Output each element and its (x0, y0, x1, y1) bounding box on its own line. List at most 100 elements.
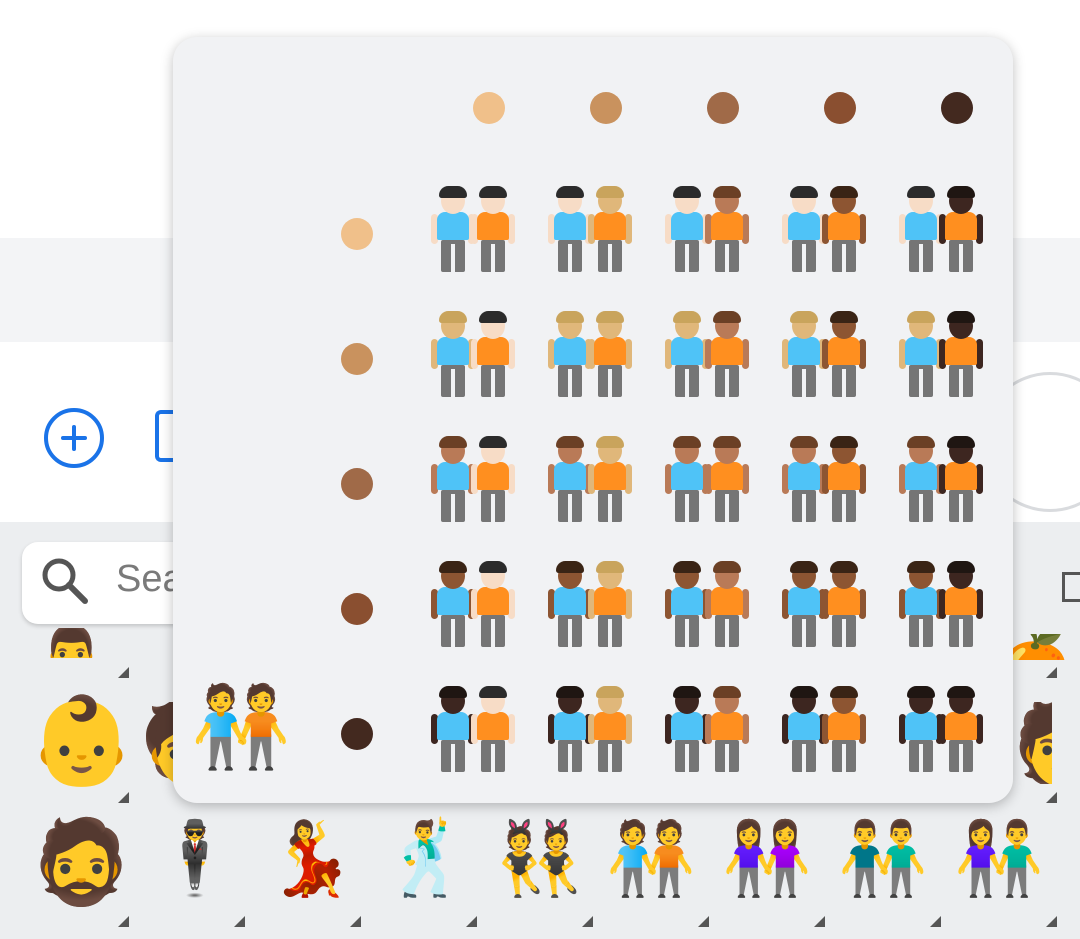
emoji-key-bearded-man[interactable]: 🧔 (30, 822, 132, 904)
skin-tone-option[interactable] (896, 185, 986, 275)
column-tone-dot (941, 92, 973, 124)
emoji-key-man-dancing[interactable]: 🕺 (382, 822, 472, 894)
left-person-figure (665, 436, 709, 522)
left-person-figure (548, 311, 592, 397)
variant-indicator (582, 916, 593, 927)
left-person-figure (899, 686, 943, 772)
left-person-figure (899, 311, 943, 397)
left-person-figure (431, 686, 475, 772)
left-person-figure (899, 436, 943, 522)
right-person-figure (705, 686, 749, 772)
variant-indicator (466, 916, 477, 927)
row-tone-dot (341, 343, 373, 375)
emoji-key-baby[interactable]: 👶 (28, 698, 135, 784)
right-person-figure (939, 561, 983, 647)
emoji-key-women-holding-hands[interactable]: 👭 (722, 822, 812, 894)
left-person-figure (431, 561, 475, 647)
variant-indicator (118, 916, 129, 927)
skin-tone-option[interactable] (428, 310, 518, 400)
right-person-figure (471, 186, 515, 272)
right-person-figure (822, 561, 866, 647)
left-person-figure (782, 561, 826, 647)
emoji-key-people-bunny-ears[interactable]: 👯 (494, 822, 584, 894)
left-person-figure (665, 686, 709, 772)
emoji-key-woman-dancing[interactable]: 💃 (266, 822, 356, 894)
add-attachment-button[interactable] (44, 408, 104, 468)
skin-tone-option[interactable] (896, 310, 986, 400)
right-person-figure (588, 686, 632, 772)
right-person-figure (939, 186, 983, 272)
right-person-figure (822, 686, 866, 772)
skin-tone-option[interactable] (662, 685, 752, 775)
emoji-key-partial[interactable]: 👨‍💼 (34, 628, 109, 658)
left-person-figure (782, 686, 826, 772)
skin-tone-option[interactable] (545, 560, 635, 650)
right-person-figure (705, 436, 749, 522)
skin-tone-option[interactable] (428, 435, 518, 525)
emoji-key-people-holding-hands[interactable]: 🧑‍🤝‍🧑 (606, 822, 696, 894)
emoji-key-person[interactable]: 🧑 (1012, 702, 1052, 784)
right-person-figure (588, 186, 632, 272)
skin-tone-option[interactable] (779, 560, 869, 650)
skin-tone-option[interactable] (545, 435, 635, 525)
default-people-holding-hands-option[interactable]: 🧑‍🤝‍🧑 (191, 687, 291, 767)
left-person-figure (665, 186, 709, 272)
skin-tone-option[interactable] (896, 685, 986, 775)
right-person-figure (471, 686, 515, 772)
left-person-figure (431, 186, 475, 272)
right-person-figure (939, 311, 983, 397)
right-person-figure (705, 561, 749, 647)
right-person-figure (705, 311, 749, 397)
skin-tone-option[interactable] (779, 185, 869, 275)
left-person-figure (431, 436, 475, 522)
emoji-key-men-holding-hands[interactable]: 👬 (838, 822, 928, 894)
skin-tone-option[interactable] (662, 310, 752, 400)
left-person-figure (548, 186, 592, 272)
left-person-figure (899, 186, 943, 272)
variant-indicator (930, 916, 941, 927)
emoji-key-woman-and-man-holding-hands[interactable]: 👫 (954, 822, 1044, 894)
right-person-figure (822, 186, 866, 272)
right-person-figure (939, 436, 983, 522)
right-person-figure (588, 561, 632, 647)
variant-indicator (698, 916, 709, 927)
variant-indicator (118, 792, 129, 803)
emoji-key-levitating-man[interactable]: 🕴️ (150, 822, 240, 894)
skin-tone-option[interactable] (428, 560, 518, 650)
skin-tone-option[interactable] (896, 435, 986, 525)
skin-tone-option[interactable] (545, 685, 635, 775)
left-person-figure (548, 561, 592, 647)
left-person-figure (782, 436, 826, 522)
column-tone-dot (473, 92, 505, 124)
row-tone-dot (341, 593, 373, 625)
skin-tone-option[interactable] (428, 685, 518, 775)
left-person-figure (548, 436, 592, 522)
right-person-figure (588, 311, 632, 397)
right-person-figure (588, 436, 632, 522)
skin-tone-option[interactable] (896, 560, 986, 650)
emoji-key-child[interactable]: 🧒 (140, 702, 176, 784)
left-person-figure (665, 311, 709, 397)
right-person-figure (822, 436, 866, 522)
skin-tone-picker-popup: 🧑‍🤝‍🧑 (173, 37, 1013, 803)
left-person-figure (782, 311, 826, 397)
skin-tone-option[interactable] (662, 560, 752, 650)
skin-tone-option[interactable] (545, 185, 635, 275)
right-person-figure (471, 561, 515, 647)
skin-tone-option[interactable] (662, 185, 752, 275)
keyboard-switch-icon[interactable] (1062, 572, 1080, 602)
row-tone-dot (341, 468, 373, 500)
row-tone-dot (341, 718, 373, 750)
column-tone-dot (590, 92, 622, 124)
skin-tone-option[interactable] (779, 685, 869, 775)
search-icon (42, 558, 88, 604)
right-person-figure (471, 436, 515, 522)
skin-tone-option[interactable] (662, 435, 752, 525)
skin-tone-option[interactable] (545, 310, 635, 400)
left-person-figure (899, 561, 943, 647)
column-tone-dot (707, 92, 739, 124)
skin-tone-option[interactable] (428, 185, 518, 275)
right-person-figure (822, 311, 866, 397)
skin-tone-option[interactable] (779, 435, 869, 525)
skin-tone-option[interactable] (779, 310, 869, 400)
